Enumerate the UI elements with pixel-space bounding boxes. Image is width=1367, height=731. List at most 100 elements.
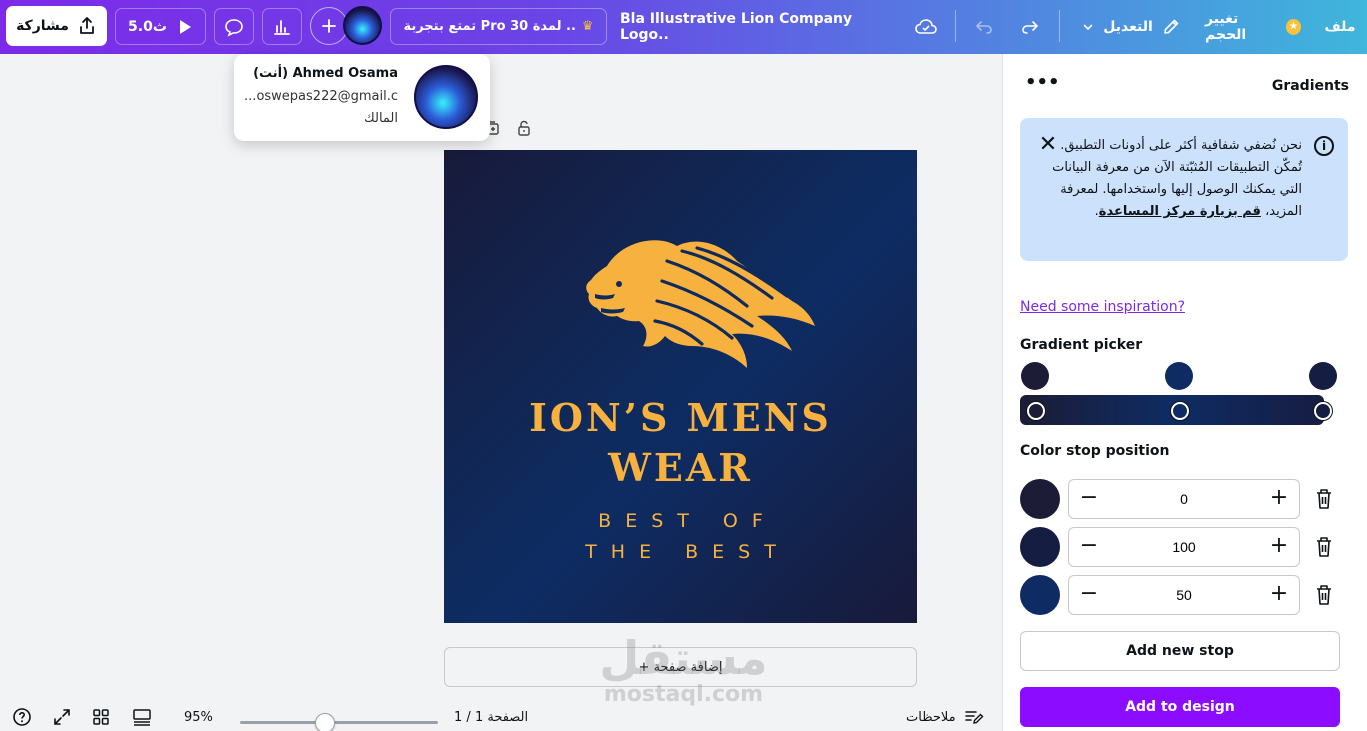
color-stop-label: Color stop position <box>1020 443 1170 459</box>
add-page-label: + إضافة صفحة <box>638 659 723 675</box>
page-view-button[interactable] <box>132 706 152 728</box>
canvas-area: ION’S MENS WEAR BEST OF THE BEST + إضافة… <box>0 54 1002 731</box>
present-button[interactable]: 5.0ث <box>115 8 206 45</box>
gradient-stop-handle[interactable] <box>1171 402 1189 420</box>
grid-icon <box>93 709 109 725</box>
position-stepper: − + <box>1068 527 1300 567</box>
share-icon <box>80 17 94 34</box>
cloud-sync-button[interactable] <box>908 8 944 45</box>
redo-icon <box>1022 20 1038 34</box>
trash-icon[interactable] <box>1314 583 1334 607</box>
add-new-stop-button[interactable]: Add new stop <box>1020 631 1340 671</box>
color-stop-row: − + <box>1020 575 1350 615</box>
file-menu[interactable]: ملف <box>1320 8 1360 45</box>
more-options-button[interactable]: ••• <box>1025 72 1060 98</box>
account-role: المالك <box>364 111 398 126</box>
account-name: Ahmed Osama (أنت) <box>253 66 398 81</box>
tagline-line-2: THE BEST <box>585 541 790 563</box>
avatar <box>414 65 478 129</box>
panel-title: Gradients <box>1271 78 1349 94</box>
zoom-slider-handle[interactable] <box>315 713 336 731</box>
account-popover: Ahmed Osama (أنت) oswepas222@gmail.c... … <box>234 54 490 141</box>
avatar[interactable] <box>343 6 382 45</box>
trash-icon[interactable] <box>1314 535 1334 559</box>
gradients-panel: ••• Gradients ✕ i نحن نُضفي شفافية أكثر … <box>1002 54 1367 731</box>
gradient-stop-color[interactable] <box>1165 362 1193 390</box>
comment-icon <box>225 18 243 37</box>
zoom-level[interactable]: 95% <box>184 706 213 728</box>
color-swatch[interactable] <box>1020 575 1060 615</box>
lock-icon[interactable] <box>516 120 532 136</box>
color-swatch[interactable] <box>1020 479 1060 519</box>
play-icon <box>179 19 191 34</box>
help-button[interactable] <box>12 706 32 728</box>
duration-label: 5.0ث <box>128 18 167 35</box>
design-page[interactable]: ION’S MENS WEAR BEST OF THE BEST <box>444 150 917 623</box>
grid-view-button[interactable] <box>92 706 110 728</box>
position-input[interactable] <box>1109 576 1259 614</box>
decrement-button[interactable]: − <box>1069 528 1109 566</box>
increment-button[interactable]: + <box>1259 480 1299 518</box>
inspiration-link[interactable]: Need some inspiration? <box>1020 299 1185 315</box>
brand-name: ION’S MENS WEAR <box>444 393 917 493</box>
position-input[interactable] <box>1109 528 1259 566</box>
crown-badge-icon: ★ <box>1285 18 1301 35</box>
pages-icon <box>133 709 151 726</box>
edit-menu[interactable]: التعديل <box>1076 8 1186 45</box>
page-indicator-text: الصفحة 1 / 1 <box>454 709 529 725</box>
zoom-slider-track[interactable] <box>240 721 438 724</box>
share-label: مشاركة <box>16 18 69 34</box>
color-stop-row: − + <box>1020 479 1350 519</box>
notes-label: ملاحظات <box>906 709 956 725</box>
edit-menu-label: التعديل <box>1103 18 1153 35</box>
chevron-down-icon <box>1083 23 1093 30</box>
info-text: نحن نُضفي شفافية أكثر على أدونات التطبيق… <box>1052 135 1302 223</box>
gradient-stop-color[interactable] <box>1021 362 1049 390</box>
share-button[interactable]: مشاركة <box>6 6 107 46</box>
document-title-text: Bla Illustrative Lion Company Logo.. <box>620 10 853 43</box>
add-new-stop-label: Add new stop <box>1126 643 1234 659</box>
color-swatch[interactable] <box>1020 527 1060 567</box>
add-page-button[interactable]: + إضافة صفحة <box>444 647 917 687</box>
color-stop-row: − + <box>1020 527 1350 567</box>
undo-button[interactable] <box>966 8 1002 45</box>
position-stepper: − + <box>1068 479 1300 519</box>
divider <box>1059 10 1060 42</box>
brand-line-1: ION’S MENS <box>529 395 832 440</box>
gradient-stop-handle[interactable] <box>1314 402 1332 420</box>
info-icon: i <box>1314 136 1334 156</box>
add-to-design-button[interactable]: Add to design <box>1020 687 1340 727</box>
help-center-link[interactable]: قم بزيارة مركز المساعدة <box>1099 204 1261 219</box>
tagline: BEST OF THE BEST <box>444 506 917 568</box>
resize-menu-label: تغيير الحجم <box>1205 10 1247 43</box>
page-indicator[interactable]: الصفحة 1 / 1 <box>454 706 528 728</box>
pro-trial-label: تمتع بتجربة Pro لمدة 30 .. <box>403 19 576 34</box>
resize-menu[interactable]: تغيير الحجم ★ <box>1205 8 1301 45</box>
gradient-stop-color[interactable] <box>1309 362 1337 390</box>
account-email: oswepas222@gmail.c... <box>244 89 398 104</box>
gradient-stop-handle[interactable] <box>1027 402 1045 420</box>
bottom-bar: 95% الصفحة 1 / 1 ملاحظات <box>0 704 1002 731</box>
top-bar: مشاركة 5.0ث تمتع بتجربة Pro لمدة 30 .. ♛… <box>0 0 1367 54</box>
tagline-line-1: BEST OF <box>598 510 777 532</box>
increment-button[interactable]: + <box>1259 528 1299 566</box>
file-menu-label: ملف <box>1324 18 1356 35</box>
notes-button[interactable]: ملاحظات <box>906 706 984 728</box>
redo-button[interactable] <box>1012 8 1048 45</box>
decrement-button[interactable]: − <box>1069 480 1109 518</box>
document-title[interactable]: Bla Illustrative Lion Company Logo.. <box>620 8 898 45</box>
decrement-button[interactable]: − <box>1069 576 1109 614</box>
gradient-picker-label: Gradient picker <box>1020 337 1143 353</box>
trash-icon[interactable] <box>1314 487 1334 511</box>
increment-button[interactable]: + <box>1259 576 1299 614</box>
fullscreen-button[interactable] <box>52 706 72 728</box>
comment-button[interactable] <box>214 8 254 45</box>
insights-button[interactable] <box>262 8 302 45</box>
notes-icon <box>964 711 984 724</box>
crown-icon: ♛ <box>581 19 594 34</box>
plus-icon <box>322 19 336 33</box>
position-stepper: − + <box>1068 575 1300 615</box>
position-input[interactable] <box>1109 480 1259 518</box>
cloud-check-icon <box>915 18 937 34</box>
pro-trial-button[interactable]: تمتع بتجربة Pro لمدة 30 .. ♛ <box>390 8 607 45</box>
